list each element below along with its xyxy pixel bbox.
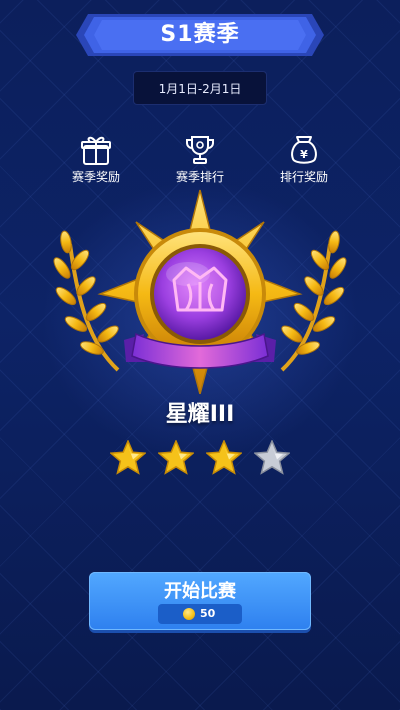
star-filled-icon [158,440,194,475]
left-laurel [53,230,120,372]
right-laurel [280,230,347,372]
page-title: S1赛季 [160,22,240,47]
rank-badge [53,189,347,394]
season-date-range: 1月1日-2月1日 [133,71,267,105]
rank-name: 星耀III [165,402,235,427]
coin-icon [183,608,195,620]
money-bag-icon: ¥ [291,136,317,164]
entry-cost: 50 [158,604,242,624]
rank-stars [110,440,290,476]
start-match-label: 开始比赛 [164,581,236,602]
trophy-icon [186,136,214,164]
yen-symbol: ¥ [300,148,308,161]
menu-label: 排行奖励 [279,170,328,184]
season-banner: S1赛季 [76,14,324,56]
start-match-button[interactable]: 开始比赛 50 [89,572,311,630]
season-ranking-button[interactable]: 赛季排行 [155,134,245,190]
ranking-rewards-button[interactable]: ¥ 排行奖励 [259,134,349,190]
menu-label: 赛季排行 [175,170,224,184]
entry-cost-value: 50 [200,607,216,620]
gift-icon [81,136,111,165]
star-filled-icon [206,440,242,475]
menu-label: 赛季奖励 [71,170,120,184]
star-empty-icon [254,440,290,475]
star-filled-icon [110,440,146,475]
season-rewards-button[interactable]: 赛季奖励 [51,134,141,190]
